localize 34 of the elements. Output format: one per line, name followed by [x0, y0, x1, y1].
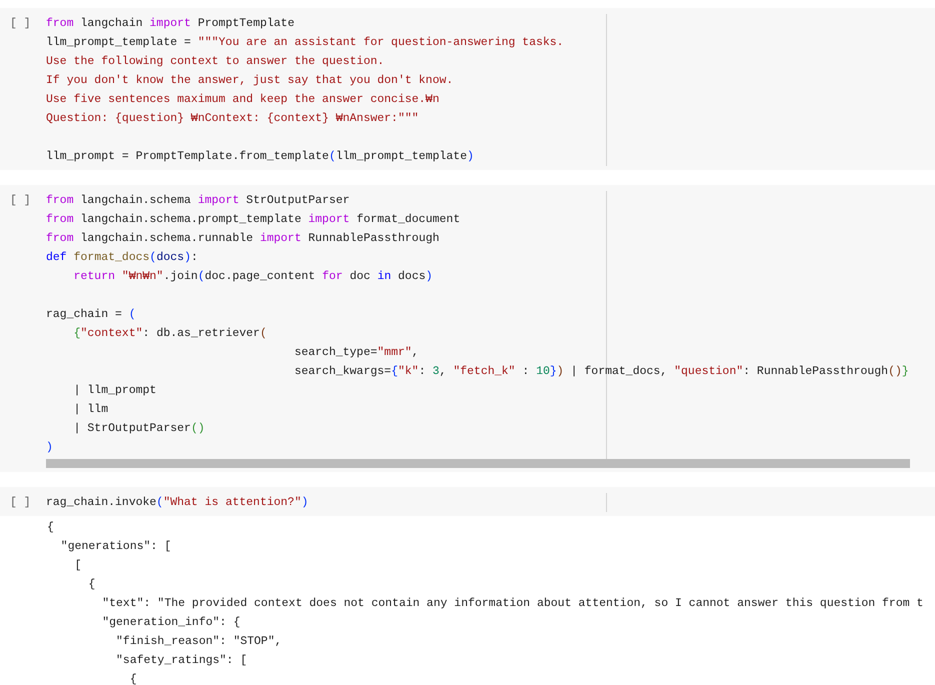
- code-line: ): [46, 440, 54, 456]
- code-line: | StrOutputParser(): [72, 421, 206, 437]
- code-line: Use five sentences maximum and keep the answer concise.₩n: [46, 92, 440, 108]
- output-line: "generation_info": {: [101, 615, 242, 631]
- code-line: llm_prompt_template = """You are an assistant for question-answering tasks.: [46, 35, 565, 51]
- output-line: "generations": [: [60, 539, 172, 555]
- code-line: return "₩n₩n".join(doc.page_content for doc in docs): [72, 269, 434, 285]
- output-line: {: [87, 577, 96, 593]
- horizontal-scrollbar[interactable]: [46, 459, 910, 468]
- code-line: Question: {question} ₩nContext: {context} ₩nAnswer:""": [46, 111, 420, 127]
- code-line: Use the following context to answer the question.: [46, 54, 386, 70]
- code-line: If you don't know the answer, just say that you don't know.: [46, 73, 454, 89]
- run-cell-button[interactable]: [ ]: [0, 493, 31, 512]
- output-line: {: [128, 672, 138, 685]
- code-line: def format_docs(docs):: [46, 250, 199, 266]
- code-line: | llm_prompt: [72, 383, 158, 399]
- output-line: "finish_reason": "STOP",: [115, 634, 283, 650]
- run-cell-button[interactable]: [ ]: [0, 14, 31, 33]
- code-line: search_type="mmr",: [293, 345, 420, 361]
- code-line: from langchain.schema import StrOutputParser: [46, 193, 351, 209]
- code-line: {"context": db.as_retriever(: [72, 326, 268, 342]
- output-line: "text": "The provided context does not contain any information about attention, so I cannot answer this question from t: [101, 596, 924, 612]
- output-line: {: [47, 520, 55, 536]
- run-cell-button[interactable]: [ ]: [0, 191, 31, 210]
- code-line: from langchain.schema.runnable import RunnablePassthrough: [46, 231, 440, 247]
- code-line: rag_chain.invoke("What is attention?"): [46, 495, 310, 511]
- output-line: "safety_ratings": [: [115, 653, 248, 669]
- output-line: [: [74, 558, 83, 574]
- code-line: llm_prompt = PromptTemplate.from_template(llm_prompt_template): [46, 149, 475, 165]
- code-line: search_kwargs={"k": 3, "fetch_k" : 10}) | format_docs, "question": RunnablePassthrough()}: [293, 364, 910, 380]
- code-line: | llm: [72, 402, 110, 418]
- code-line: from langchain import PromptTemplate: [46, 16, 296, 32]
- code-line: rag_chain = (: [46, 307, 137, 323]
- code-line: from langchain.schema.prompt_template import format_document: [46, 212, 462, 228]
